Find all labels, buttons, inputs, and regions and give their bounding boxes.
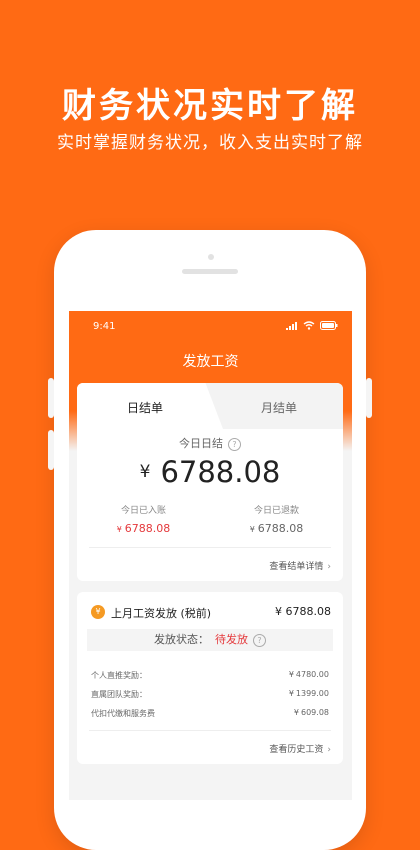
divider (89, 730, 331, 731)
salary-item-currency: ¥ (293, 708, 299, 717)
payout-status: 发放状态： 待发放? (87, 629, 333, 651)
salary-item-currency: ¥ (288, 689, 294, 698)
salary-title: 上月工资发放 (税前) (111, 607, 212, 620)
status-bar: 9:41 (69, 319, 352, 335)
salary-item-value: ¥4780.00 (289, 670, 329, 679)
salary-card: ¥ 上月工资发放 (税前) ¥ 6788.08 发放状态： 待发放? 个人直推奖励… (77, 592, 343, 764)
signal-icon (286, 321, 297, 330)
refunded-amount: ¥6788.08 (210, 522, 343, 535)
phone-camera (208, 254, 214, 260)
credited-column: 今日已入账 ¥6788.08 (77, 503, 210, 535)
salary-item-amount: 609.08 (301, 708, 329, 717)
salary-history-label: 查看历史工资 (269, 745, 324, 755)
tab-daily-label: 日结单 (127, 401, 164, 415)
credited-amount: ¥6788.08 (77, 522, 210, 535)
tab-monthly-label: 月结单 (261, 401, 298, 415)
credited-value: 6788.08 (124, 522, 171, 535)
salary-item-value: ¥1399.00 (289, 689, 329, 698)
status-time: 9:41 (93, 321, 116, 332)
salary-item-label: 代扣代缴和服务费 (91, 709, 155, 718)
status-icons (286, 321, 338, 330)
phone-side-button (48, 378, 54, 418)
today-settlement-title: 今日日结? (77, 435, 343, 451)
salary-item-label: 直属团队奖励： (91, 690, 147, 699)
salary-item-value: ¥609.08 (294, 708, 329, 717)
salary-item-row: 直属团队奖励： ¥1399.00 (91, 689, 329, 700)
divider (89, 547, 331, 548)
salary-item-amount: 1399.00 (295, 689, 329, 698)
phone-side-button (366, 378, 372, 418)
refunded-column: 今日已退款 ¥6788.08 (210, 503, 343, 535)
battery-icon (320, 321, 338, 330)
tab-daily[interactable]: 日结单 (77, 383, 223, 429)
salary-header: ¥ 上月工资发放 (税前) ¥ 6788.08 (91, 604, 331, 624)
phone-speaker (182, 269, 238, 274)
settlement-detail-label: 查看结单详情 (269, 562, 324, 572)
chevron-right-icon: › (327, 562, 331, 572)
credited-label: 今日已入账 (120, 506, 166, 516)
help-icon[interactable]: ? (253, 633, 266, 647)
salary-history-link[interactable]: 查看历史工资 › (269, 742, 331, 755)
refunded-label: 今日已退款 (253, 506, 299, 516)
settlement-card: 日结单 月结单 今日日结? ¥6788.08 今日已入账 ¥6788.08 今日… (77, 383, 343, 581)
refunded-value: 6788.08 (257, 522, 304, 535)
salary-item-amount: 4780.00 (295, 670, 329, 679)
settlement-tabs: 日结单 月结单 (77, 383, 343, 429)
phone-side-button (48, 430, 54, 470)
salary-item-label: 个人直推奖励： (91, 671, 147, 680)
today-amount: ¥6788.08 (77, 455, 343, 489)
help-icon[interactable]: ? (228, 437, 241, 451)
today-settlement-label: 今日日结 (179, 437, 223, 450)
chevron-right-icon: › (327, 745, 331, 755)
salary-item-row: 代扣代缴和服务费 ¥609.08 (91, 708, 329, 719)
payout-status-label: 发放状态： (154, 633, 209, 646)
medal-icon: ¥ (91, 605, 105, 619)
currency-symbol: ¥ (139, 462, 151, 482)
credited-currency: ¥ (116, 525, 122, 534)
settlement-detail-link[interactable]: 查看结单详情 › (269, 559, 331, 572)
promo-subline: 实时掌握财务状况，收入支出实时了解 (57, 133, 363, 153)
payout-status-value: 待发放 (215, 633, 248, 646)
phone-screen: 9:41 发放工资 日结单 月结单 今日日结 ? ¥ 6788.08 今日已入账… (69, 311, 352, 800)
nav-title: 发放工资 (182, 354, 239, 370)
promo-headline: 财务状况实时了解 (62, 86, 358, 126)
today-amount-value: 6788.08 (160, 455, 281, 489)
salary-item-currency: ¥ (288, 670, 294, 679)
salary-item-row: 个人直推奖励： ¥4780.00 (91, 670, 329, 681)
wifi-icon (303, 321, 315, 330)
refunded-currency: ¥ (249, 525, 255, 534)
salary-amount: ¥ 6788.08 (275, 605, 331, 618)
